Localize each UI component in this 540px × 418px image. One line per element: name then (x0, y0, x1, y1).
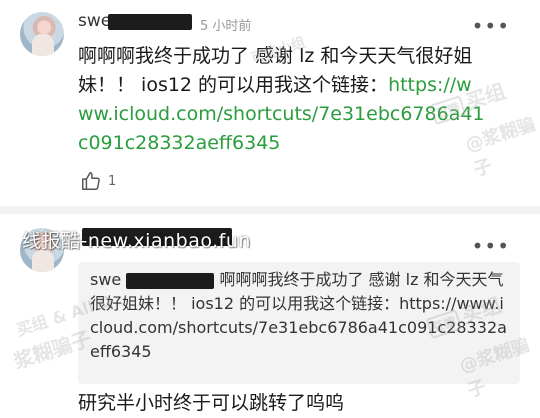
quote-username: swe (90, 270, 122, 289)
reply-text: 研究半小时终于可以跳转了呜呜 (78, 392, 345, 414)
timestamp: 5 小时前 (200, 19, 252, 34)
redacted-name (108, 14, 192, 30)
like-count: 1 (108, 173, 117, 189)
separator (0, 206, 540, 214)
quoted-comment[interactable]: swe 啊啊啊我终于成功了 感谢 lz 和今天天气很好姐妹！！ ios12 的可… (78, 262, 520, 384)
redacted-name (126, 272, 215, 289)
overlay-banner: 线报酷-new.xianbao.fun (22, 230, 251, 252)
thumbs-up-icon (82, 172, 100, 190)
quote-text: swe 啊啊啊我终于成功了 感谢 lz 和今天天气很好姐妹！！ ios12 的可… (90, 268, 510, 364)
like-button[interactable]: 1 (80, 170, 116, 192)
avatar[interactable] (20, 12, 64, 56)
comment-item: swea 5 小时前 ••• 啊啊啊我终于成功了 感谢 lz 和今天天气很好姐妹… (0, 0, 540, 208)
more-dots-icon[interactable]: ••• (472, 236, 510, 256)
more-dots-icon[interactable]: ••• (472, 16, 510, 36)
comment-body: 啊啊啊我终于成功了 感谢 lz 和今天天气很好姐妹！！ ios12 的可以用我这… (78, 42, 486, 158)
